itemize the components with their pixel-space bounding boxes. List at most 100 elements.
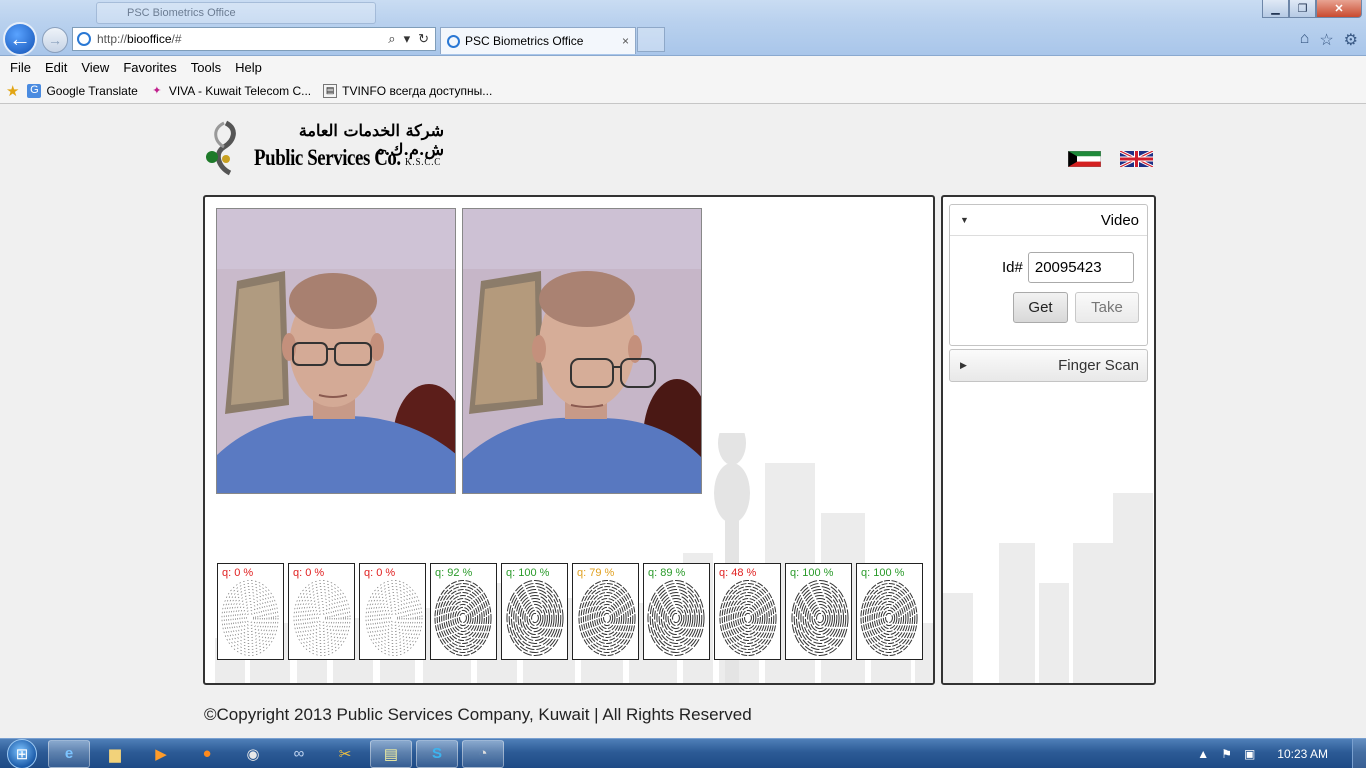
video-section-header[interactable]: ▼ Video <box>950 205 1147 236</box>
favorite-label: VIVA - Kuwait Telecom C... <box>168 83 312 98</box>
face-photo-2[interactable] <box>462 208 702 494</box>
close-window-button[interactable]: ✕ <box>1316 0 1362 18</box>
url-scheme: http:// <box>97 32 128 46</box>
face-photo-1[interactable] <box>216 208 456 494</box>
id-input[interactable] <box>1027 252 1134 283</box>
menu-favorites[interactable]: Favorites <box>116 60 183 75</box>
back-button[interactable]: ← <box>3 22 37 56</box>
collapse-triangle-icon: ▼ <box>960 215 969 225</box>
window-controls: ▁ ❐ ✕ <box>1262 0 1362 18</box>
company-logo[interactable]: شركة الخدمات العامة ش.م.ك.م Public Servi… <box>204 119 444 177</box>
kuwait-flag-icon[interactable] <box>1068 151 1101 167</box>
taskbar-skype[interactable]: S <box>416 739 458 768</box>
tab-title: PSC Biometrics Office <box>465 34 584 48</box>
finger-scan-header[interactable]: ▶ Finger Scan <box>950 350 1147 381</box>
home-icon[interactable]: ⌂ <box>1300 30 1310 50</box>
favorites-bar: ★ G Google Translate ✦ VIVA - Kuwait Telec… <box>0 78 1366 104</box>
id-row: Id# <box>950 252 1149 283</box>
media-player-icon: ▶ <box>155 745 167 763</box>
close-tab-icon[interactable]: × <box>622 34 629 48</box>
url-host: biooffice <box>127 32 172 46</box>
start-button[interactable]: ⊞ <box>0 738 44 768</box>
taskbar-internet-explorer[interactable]: e <box>48 739 90 768</box>
taskbar-chrome[interactable]: ◉ <box>232 740 274 768</box>
favorites-star-icon[interactable]: ☆ <box>1319 30 1333 50</box>
skyline-watermark-right <box>943 493 1153 683</box>
google-translate-icon: G <box>27 83 42 98</box>
menu-edit[interactable]: Edit <box>38 60 74 75</box>
address-url[interactable]: http://biooffice/# <box>97 32 182 46</box>
fingerprint-quality: q: 89 % <box>648 567 686 579</box>
fingerprint-8[interactable]: q: 48 % <box>714 563 781 660</box>
face-image-1 <box>217 209 455 493</box>
fingerprint-4[interactable]: q: 92 % <box>430 563 497 660</box>
notepad-icon: ▤ <box>383 745 399 763</box>
favorite-label: Google Translate <box>46 83 138 98</box>
windows-taskbar: ⊞ e ▆ ▶ ● ◉ ∞ ✂ ▤ S ◔ ▲ ⚑ ▣ 10:23 AM <box>0 738 1366 768</box>
fingerprint-6[interactable]: q: 79 % <box>572 563 639 660</box>
background-tab[interactable]: PSC Biometrics Office <box>96 2 376 24</box>
back-arrow-icon: ← <box>9 26 31 51</box>
fingerprint-3[interactable]: q: 0 % <box>359 563 426 660</box>
new-tab-button[interactable] <box>637 27 665 52</box>
ie-page-icon <box>77 32 91 46</box>
taskbar-app-infinity[interactable]: ∞ <box>278 740 320 768</box>
fingerprint-quality: q: 0 % <box>364 567 396 579</box>
menu-tools[interactable]: Tools <box>184 60 228 75</box>
fingerprint-2[interactable]: q: 0 % <box>288 563 355 660</box>
tvinfo-icon: ▤ <box>323 83 338 98</box>
fingerprint-quality: q: 79 % <box>577 567 615 579</box>
fingerprint-10[interactable]: q: 100 % <box>856 563 923 660</box>
video-section: ▼ Video Id# Get Take <box>949 204 1148 346</box>
finger-scan-title: Finger Scan <box>1058 357 1139 374</box>
windows-logo-icon: ⊞ <box>7 738 37 768</box>
logo-suffix: K.S.C.C <box>405 156 442 168</box>
restore-button[interactable]: ❐ <box>1289 0 1316 18</box>
forward-button[interactable]: → <box>42 27 68 53</box>
finger-scan-section[interactable]: ▶ Finger Scan <box>949 349 1148 382</box>
get-button[interactable]: Get <box>1013 292 1068 323</box>
address-bar[interactable]: http://biooffice/# ⌕ ▾ ↻ <box>72 27 436 51</box>
favorites-star-icon[interactable]: ★ <box>6 82 19 100</box>
taskbar-notepad[interactable]: ▤ <box>370 739 412 768</box>
taskbar-app-gauge[interactable]: ◔ <box>462 739 504 768</box>
menu-bar: File Edit View Favorites Tools Help <box>0 56 1366 78</box>
menu-view[interactable]: View <box>74 60 116 75</box>
video-section-title: Video <box>1100 211 1139 229</box>
uk-flag-icon[interactable] <box>1120 151 1153 167</box>
chrome-icon: ◉ <box>246 745 260 763</box>
menu-file[interactable]: File <box>3 60 38 75</box>
tray-expand-icon[interactable]: ▲ <box>1197 747 1209 761</box>
forward-arrow-icon: → <box>48 32 62 48</box>
fingerprint-9[interactable]: q: 100 % <box>785 563 852 660</box>
taskbar-media-player[interactable]: ▶ <box>140 740 182 768</box>
taskbar-app-tools[interactable]: ✂ <box>324 740 366 768</box>
search-icon[interactable]: ⌕ <box>388 31 395 47</box>
show-desktop-button[interactable] <box>1352 738 1366 768</box>
fingerprint-5[interactable]: q: 100 % <box>501 563 568 660</box>
taskbar-file-explorer[interactable]: ▆ <box>94 740 136 768</box>
favorite-tvinfo[interactable]: ▤ TVINFO всегда доступны... <box>323 83 492 98</box>
minimize-button[interactable]: ▁ <box>1262 0 1289 18</box>
refresh-icon[interactable]: ↻ <box>418 31 429 47</box>
id-label: Id# <box>1002 259 1023 276</box>
favorite-viva[interactable]: ✦ VIVA - Kuwait Telecom C... <box>150 84 311 98</box>
taskbar-firefox[interactable]: ● <box>186 740 228 768</box>
folder-icon: ▆ <box>109 745 121 763</box>
take-button[interactable]: Take <box>1075 292 1139 323</box>
fingerprint-quality: q: 48 % <box>719 567 757 579</box>
capture-panel: q: 0 % q: 0 % q: 0 % q: 92 % q: 100 % q: 79 %… <box>203 195 935 685</box>
psc-logo-icon <box>206 120 236 176</box>
clock[interactable]: 10:23 AM <box>1277 747 1328 761</box>
tab-psc-biometrics[interactable]: PSC Biometrics Office × <box>440 27 636 54</box>
network-icon[interactable]: ▣ <box>1244 747 1255 761</box>
favorite-google-translate[interactable]: G Google Translate <box>27 83 138 98</box>
internet-explorer-icon: e <box>64 745 74 762</box>
menu-help[interactable]: Help <box>228 60 269 75</box>
fingerprint-1[interactable]: q: 0 % <box>217 563 284 660</box>
gear-icon[interactable]: ⚙ <box>1344 30 1358 50</box>
dropdown-icon[interactable]: ▾ <box>404 31 411 47</box>
fingerprint-7[interactable]: q: 89 % <box>643 563 710 660</box>
background-tab-title: PSC Biometrics Office <box>127 7 236 19</box>
action-center-flag-icon[interactable]: ⚑ <box>1221 747 1232 761</box>
